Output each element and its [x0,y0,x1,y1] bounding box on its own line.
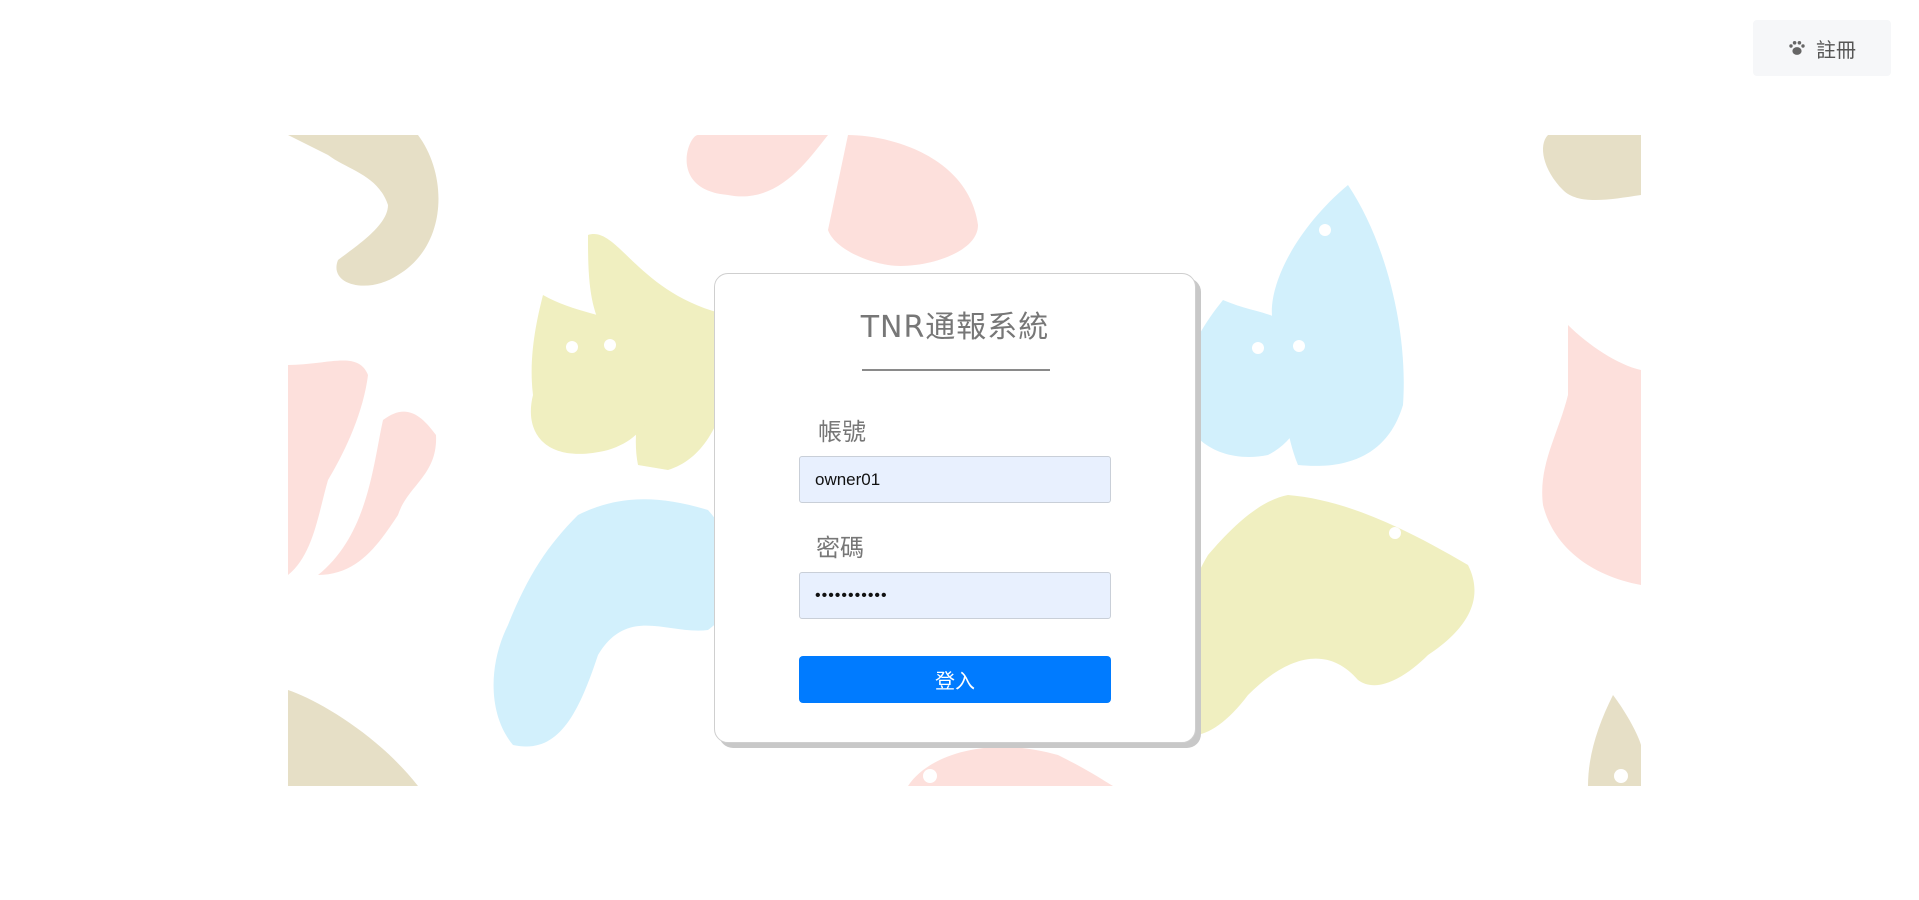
password-input[interactable] [799,572,1111,619]
account-label: 帳號 [818,418,866,446]
register-button[interactable]: 註冊 [1753,20,1891,76]
register-label: 註冊 [1816,37,1856,62]
account-input[interactable] [799,456,1111,503]
title-divider [862,369,1050,371]
page-title: TNR通報系統 [860,310,1050,345]
password-label: 密碼 [816,534,864,562]
login-button[interactable]: 登入 [799,656,1111,703]
paw-icon [1788,39,1806,57]
login-card: TNR通報系統 帳號 密碼 登入 [714,273,1196,743]
login-page: 註冊 TNR通報系統 帳號 owner01 密碼 ••••••••••• 登入 [0,0,1919,900]
